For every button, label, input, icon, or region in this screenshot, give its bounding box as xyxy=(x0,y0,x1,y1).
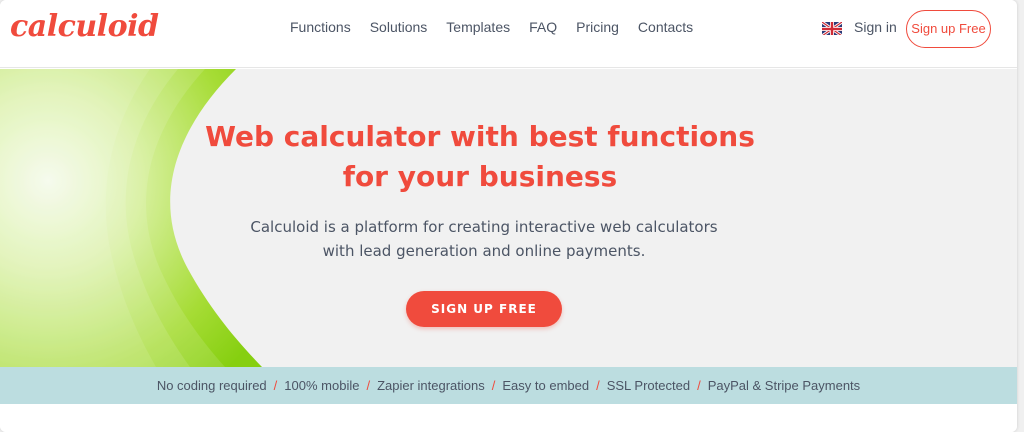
feature-embed: Easy to embed xyxy=(502,378,590,393)
nav-faq[interactable]: FAQ xyxy=(529,19,557,35)
nav-templates[interactable]: Templates xyxy=(446,19,510,35)
sign-in-link[interactable]: Sign in xyxy=(854,19,897,35)
feature-zapier: Zapier integrations xyxy=(377,378,485,393)
site-header: calculoid Functions Solutions Templates … xyxy=(0,0,1017,68)
feature-ssl: SSL Protected xyxy=(606,378,691,393)
nav-solutions[interactable]: Solutions xyxy=(370,19,428,35)
hero-title-line-2: for your business xyxy=(342,160,618,193)
feature-no-coding: No coding required xyxy=(156,378,267,393)
feature-separator: / xyxy=(366,378,371,393)
page-bottom-area xyxy=(0,404,1017,432)
hero-title-line-1: Web calculator with best functions xyxy=(205,120,755,153)
page-card: calculoid Functions Solutions Templates … xyxy=(0,0,1017,432)
hero-subtitle-line-1: Calculoid is a platform for creating int… xyxy=(250,218,718,236)
hero-sign-up-button[interactable]: SIGN UP FREE xyxy=(406,291,562,327)
logo[interactable]: calculoid xyxy=(10,9,159,44)
hero-title: Web calculator with best functions for y… xyxy=(170,117,790,197)
uk-flag-icon[interactable] xyxy=(822,21,842,35)
sign-up-free-button[interactable]: Sign up Free xyxy=(906,10,991,48)
hero-subtitle: Calculoid is a platform for creating int… xyxy=(200,215,768,263)
nav-contacts[interactable]: Contacts xyxy=(638,19,693,35)
nav-functions[interactable]: Functions xyxy=(290,19,351,35)
page-frame: calculoid Functions Solutions Templates … xyxy=(0,0,1024,432)
feature-mobile: 100% mobile xyxy=(284,378,360,393)
feature-separator: / xyxy=(491,378,496,393)
features-strip: No coding required / 100% mobile / Zapie… xyxy=(0,367,1017,404)
nav-pricing[interactable]: Pricing xyxy=(576,19,619,35)
hero-subtitle-line-2: with lead generation and online payments… xyxy=(322,242,646,260)
hero-section: Web calculator with best functions for y… xyxy=(0,69,1017,367)
feature-separator: / xyxy=(273,378,278,393)
feature-separator: / xyxy=(596,378,600,393)
feature-payments: PayPal & Stripe Payments xyxy=(707,378,861,393)
feature-separator: / xyxy=(697,378,701,393)
main-nav: Functions Solutions Templates FAQ Pricin… xyxy=(290,19,693,35)
